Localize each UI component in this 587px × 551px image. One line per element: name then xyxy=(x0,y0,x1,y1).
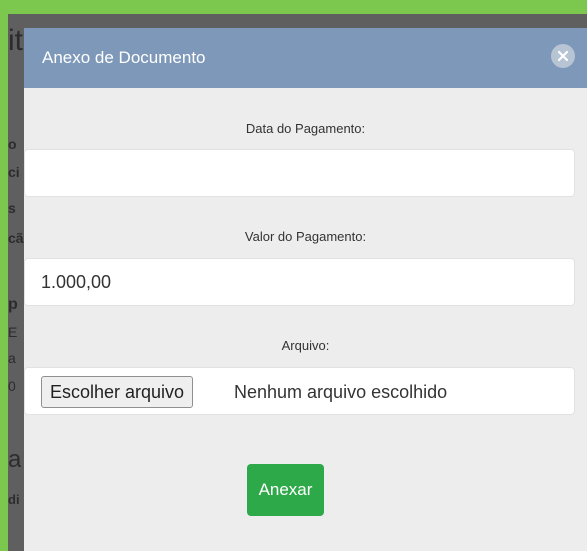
background-text: a xyxy=(8,350,16,366)
payment-value-label: Valor do Pagamento: xyxy=(244,229,367,244)
file-label: Arquivo: xyxy=(281,338,330,353)
background-text: cã xyxy=(8,230,24,246)
payment-date-label: Data do Pagamento: xyxy=(245,121,366,136)
choose-file-button[interactable]: Escolher arquivo xyxy=(41,376,194,408)
payment-date-field xyxy=(24,149,575,197)
modal-title: Anexo de Documento xyxy=(42,48,206,67)
background-text: o xyxy=(8,136,17,152)
file-status-text: Nenhum arquivo escolhido xyxy=(234,382,448,402)
background-text: E xyxy=(8,324,18,340)
payment-value-field xyxy=(24,258,575,306)
background-text: s xyxy=(8,200,16,216)
close-circle-icon[interactable] xyxy=(551,44,575,68)
background-text: it xyxy=(8,24,23,57)
payment-date-input[interactable] xyxy=(25,150,574,196)
background-text: 0 xyxy=(8,378,16,394)
background-text: a xyxy=(8,446,22,473)
modal-header: Anexo de Documento xyxy=(24,28,587,88)
payment-value-input[interactable] xyxy=(25,259,574,305)
file-field: Escolher arquivo Nenhum arquivo escolhid… xyxy=(24,367,575,415)
background-text: di xyxy=(8,492,20,507)
close-icon xyxy=(557,50,569,62)
attach-button[interactable]: Anexar xyxy=(247,464,324,516)
background-text: ci xyxy=(8,164,20,180)
attachment-modal: Anexo de Documento Data do Pagamento: Va… xyxy=(24,28,587,551)
background-text: p xyxy=(8,296,18,313)
